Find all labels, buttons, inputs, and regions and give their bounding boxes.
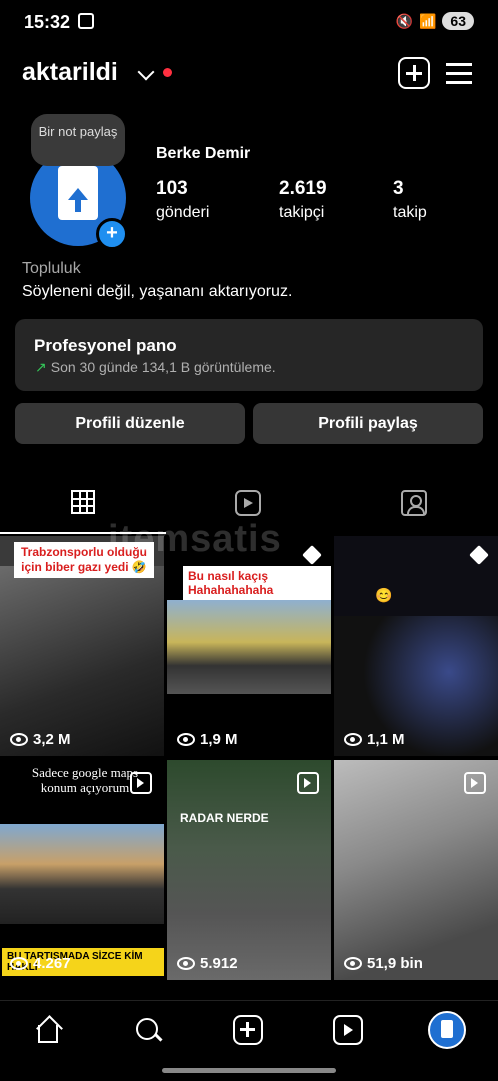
reels-nav-icon[interactable] [333,1015,363,1045]
eye-icon [177,733,195,746]
status-icons: 🔇 📶 63 [396,12,474,30]
full-name: Berke Demir [156,145,251,162]
reel-icon [464,772,486,794]
trend-up-icon: ↗ [35,359,47,375]
following-label: takip [393,204,427,221]
screen-record-icon [78,13,94,29]
home-icon[interactable] [34,1015,66,1047]
grid-post-1[interactable]: Trabzonsporlu olduğu için biber gazı yed… [0,536,164,756]
dashboard-title: Profesyonel pano [34,336,177,355]
followers-count: 2.619 [279,178,327,199]
profile-nav-avatar[interactable] [428,1011,466,1049]
eye-icon [10,957,28,970]
followers-stat[interactable]: 2.619 takipçi [279,178,327,222]
view-count: 1,9 M [177,731,238,748]
profile-bio: Söyleneni değil, yaşananı aktarıyoruz. [22,283,293,300]
grid-post-4[interactable]: Sadece google maps konum açıyorum BU TAR… [0,760,164,980]
view-count: 5.912 [177,955,238,972]
add-story-button[interactable]: + [96,218,128,250]
reel-icon [297,772,319,794]
eye-icon [344,733,362,746]
dashboard-subtitle: ↗ Son 30 günde 134,1 B görüntüleme. [35,359,276,375]
posts-stat[interactable]: 103 gönderi [156,178,209,222]
post-caption: 😊 [375,587,393,603]
watermark: itemsatis [108,518,282,560]
grid-icon [71,490,95,514]
reels-icon [235,490,261,516]
profile-header: aktarildi [22,52,476,96]
wifi-icon: 📶 [418,12,437,29]
tagged-icon [401,490,427,516]
status-time: 15:32 [24,12,71,32]
notification-dot [163,68,172,77]
create-icon[interactable] [233,1015,263,1045]
view-count: 3,2 M [10,731,71,748]
eye-icon [10,733,28,746]
search-icon[interactable] [133,1015,165,1047]
followers-label: takipçi [279,204,325,221]
chevron-down-icon[interactable] [137,63,155,81]
username-switcher[interactable]: aktarildi [22,58,118,87]
grid-post-3[interactable]: 😊 1,1 M [334,536,498,756]
view-count: 51,9 bin [344,955,423,972]
tab-tagged[interactable] [332,482,498,534]
professional-dashboard[interactable]: Profesyonel pano ↗ Son 30 günde 134,1 B g… [15,319,483,391]
eye-icon [177,957,195,970]
following-count: 3 [393,178,404,199]
menu-button[interactable] [444,57,476,89]
grid-post-5[interactable]: RADAR NERDE 5.912 [167,760,331,980]
status-bar: 15:32 🔇 📶 63 [0,0,498,46]
pin-icon [469,545,489,565]
note-bubble[interactable]: Bir not paylaş [31,114,125,166]
edit-profile-button[interactable]: Profili düzenle [15,403,245,444]
posts-label: gönderi [156,204,210,221]
posts-count: 103 [156,178,188,199]
mute-icon: 🔇 [395,12,413,29]
following-stat[interactable]: 3 takip [393,178,427,222]
grid-post-2[interactable]: Bu nasıl kaçış Hahahahahaha 1,9 M [167,536,331,756]
view-count: 1,1 M [344,731,405,748]
grid-post-6[interactable]: 51,9 bin [334,760,498,980]
share-profile-button[interactable]: Profili paylaş [253,403,483,444]
reel-icon [130,772,152,794]
pin-icon [302,545,322,565]
post-caption: Bu nasıl kaçış Hahahahahaha [183,566,331,600]
view-count: 4.267 [10,955,71,972]
eye-icon [344,957,362,970]
profile-category: Topluluk [22,260,81,277]
home-indicator [162,1068,336,1073]
create-post-button[interactable] [398,57,430,89]
post-caption: RADAR NERDE [180,811,269,825]
battery-indicator: 63 [442,12,474,30]
